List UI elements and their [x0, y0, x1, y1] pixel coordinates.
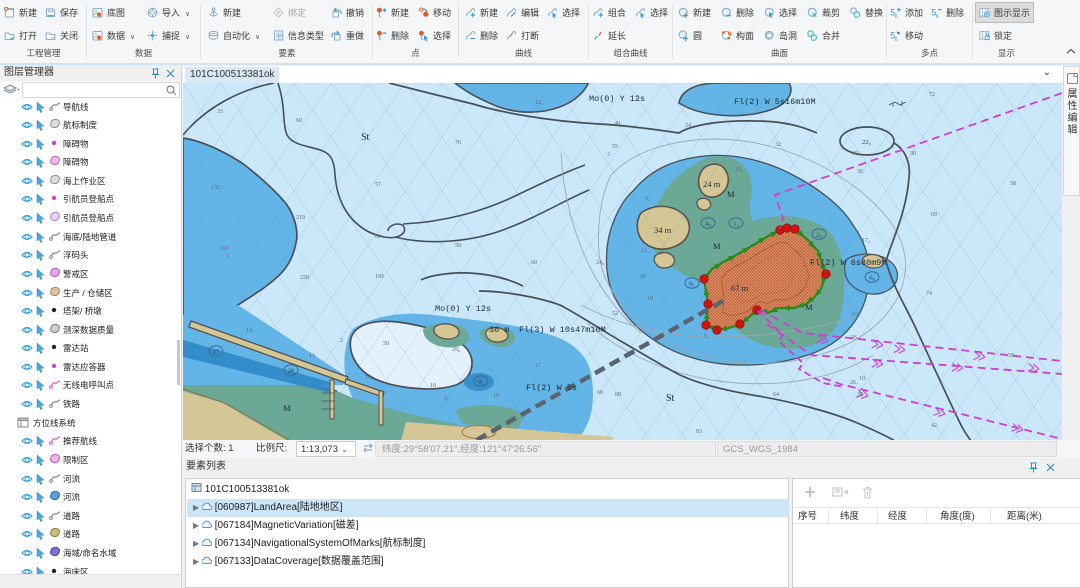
- svg-text:5₇: 5₇: [704, 334, 709, 340]
- svg-text:34 m: 34 m: [654, 225, 672, 235]
- svg-text:6: 6: [895, 36, 898, 40]
- svg-text:41: 41: [615, 121, 621, 127]
- svg-text:2: 2: [226, 253, 229, 260]
- svg-text:30: 30: [910, 151, 916, 157]
- svg-text:60: 60: [375, 234, 381, 240]
- svg-text:14₉: 14₉: [246, 328, 254, 334]
- svg-text:17₃: 17₃: [862, 238, 870, 244]
- svg-text:2: 2: [607, 151, 610, 158]
- svg-text:132: 132: [211, 185, 220, 191]
- svg-text:72: 72: [929, 92, 935, 98]
- svg-text:30: 30: [857, 392, 863, 398]
- svg-text:St: St: [666, 393, 675, 404]
- svg-text:6: 6: [936, 14, 939, 18]
- svg-text:10: 10: [647, 296, 653, 302]
- svg-text:M: M: [805, 302, 813, 312]
- svg-text:195: 195: [220, 246, 229, 252]
- svg-text:50: 50: [455, 243, 461, 249]
- svg-text:29₈: 29₈: [452, 347, 460, 353]
- svg-text:28: 28: [288, 368, 295, 375]
- svg-text:Fl(2) W 5s16m10M: Fl(2) W 5s16m10M: [734, 97, 816, 107]
- svg-text:60: 60: [531, 260, 537, 266]
- svg-text:195: 195: [375, 274, 384, 280]
- svg-text:83: 83: [696, 429, 702, 435]
- svg-text:64: 64: [773, 392, 779, 398]
- svg-text:10: 10: [493, 393, 499, 399]
- svg-text:24: 24: [685, 123, 691, 129]
- svg-text:13: 13: [309, 353, 315, 359]
- svg-text:69: 69: [931, 212, 937, 218]
- svg-text:60: 60: [597, 390, 603, 396]
- svg-text:60: 60: [296, 118, 302, 124]
- svg-text:0₅: 0₅: [478, 379, 484, 386]
- svg-text:17: 17: [213, 349, 220, 356]
- svg-text:2: 2: [340, 338, 343, 344]
- svg-text:10: 10: [430, 383, 436, 389]
- svg-text:36 m: 36 m: [489, 325, 509, 335]
- svg-text:20: 20: [640, 274, 646, 280]
- svg-text:M: M: [713, 241, 721, 251]
- svg-text:Fl(2) W 6s80m9M: Fl(2) W 6s80m9M: [810, 258, 887, 268]
- svg-text:10: 10: [859, 376, 865, 382]
- svg-text:6: 6: [895, 14, 898, 18]
- svg-text:Fl(2) W 5s: Fl(2) W 5s: [526, 383, 577, 393]
- svg-text:24₉: 24₉: [596, 260, 604, 266]
- svg-text:22₉: 22₉: [862, 139, 871, 146]
- svg-text:30: 30: [852, 151, 858, 157]
- svg-text:26₇: 26₇: [850, 380, 858, 386]
- svg-text:Fl(3) W 10s47m10M: Fl(3) W 10s47m10M: [519, 325, 606, 335]
- svg-text:Mo(0) Y 12s: Mo(0) Y 12s: [435, 304, 491, 314]
- svg-text:4₉: 4₉: [705, 221, 711, 228]
- svg-text:58: 58: [1008, 353, 1014, 359]
- svg-text:14₆: 14₆: [365, 375, 373, 381]
- svg-text:219: 219: [296, 215, 305, 221]
- svg-text:58: 58: [1010, 181, 1016, 187]
- svg-text:St: St: [361, 132, 370, 143]
- svg-text:0: 0: [659, 251, 662, 257]
- svg-text:6₈: 6₈: [869, 275, 875, 282]
- svg-text:67 m: 67 m: [731, 283, 749, 293]
- svg-text:5₅: 5₅: [444, 396, 449, 402]
- svg-text:12₂: 12₂: [641, 248, 649, 254]
- svg-text:228: 228: [300, 275, 309, 281]
- svg-text:26: 26: [851, 335, 857, 341]
- svg-text:57: 57: [375, 182, 381, 188]
- svg-text:42: 42: [931, 423, 937, 429]
- svg-text:0₅: 0₅: [689, 281, 695, 288]
- svg-text:50: 50: [383, 341, 389, 347]
- svg-text:1₂: 1₂: [733, 221, 739, 228]
- svg-text:6₉: 6₉: [645, 196, 650, 202]
- svg-text:M: M: [283, 403, 291, 413]
- svg-text:52: 52: [612, 311, 618, 317]
- svg-text:36: 36: [857, 169, 863, 175]
- svg-text:12₅: 12₅: [535, 100, 543, 106]
- svg-text:55: 55: [612, 144, 618, 150]
- svg-text:14₉: 14₉: [735, 167, 743, 173]
- svg-text:76: 76: [455, 140, 461, 146]
- svg-text:33: 33: [217, 109, 223, 115]
- svg-text:63: 63: [852, 312, 858, 318]
- svg-text:Mo(0) Y 12s: Mo(0) Y 12s: [589, 94, 645, 104]
- svg-text:17: 17: [535, 363, 541, 369]
- svg-text:32: 32: [775, 142, 781, 148]
- svg-text:24 m: 24 m: [703, 179, 721, 189]
- svg-text:2₉: 2₉: [816, 232, 822, 239]
- svg-text:68: 68: [615, 392, 621, 398]
- svg-text:M: M: [727, 189, 735, 199]
- svg-text:74: 74: [926, 291, 932, 297]
